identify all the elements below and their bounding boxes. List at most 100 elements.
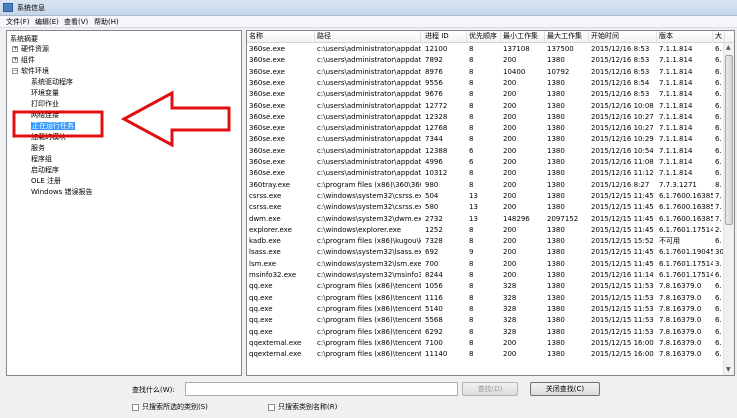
tree-item-loaded-modules[interactable]: 加载的模块 <box>31 132 66 142</box>
tree-item-print-jobs[interactable]: 打印作业 <box>31 99 59 109</box>
cell-max-working-set: 1380 <box>547 316 565 325</box>
column-header-min-working-set[interactable]: 最小工作集 <box>503 31 545 43</box>
table-row[interactable]: msinfo32.exe c:\windows\system32\msinfo3.… <box>247 270 725 281</box>
cell-pid: 7328 <box>425 237 443 246</box>
column-header-path[interactable]: 路径 <box>317 31 421 43</box>
tree-item-system-drivers[interactable]: 系统驱动程序 <box>31 77 73 87</box>
tree-item-program-groups[interactable]: 程序组 <box>31 154 52 164</box>
cell-path: c:\windows\explorer.exe <box>317 225 402 234</box>
cell-version: 6.1.7601.17514 <box>659 259 713 268</box>
table-row[interactable]: 360se.exe c:\users\administrator\appdat..… <box>247 55 725 67</box>
column-header-pid[interactable]: 进程 ID <box>425 31 467 43</box>
table-row[interactable]: dwm.exe c:\windows\system32\dwm.exe 2732 13… <box>247 213 725 225</box>
table-row[interactable]: qq.exe c:\program files (x86)\tencent\...… <box>247 281 725 293</box>
cell-max-working-set: 1380 <box>547 304 565 313</box>
cell-max-working-set: 1380 <box>547 169 565 178</box>
tree-item-running-tasks[interactable]: 正在运行任务 <box>31 121 75 131</box>
table-row[interactable]: qq.exe c:\program files (x86)\tencent\...… <box>247 326 725 338</box>
tree-item-system-summary[interactable]: 系统摘要 <box>10 34 38 44</box>
table-row[interactable]: qqexternal.exe c:\program files (x86)\ten… <box>247 349 725 361</box>
tree-item-hardware[interactable]: 硬件资源 <box>21 44 49 54</box>
column-header-max-working-set[interactable]: 最大工作集 <box>547 31 589 43</box>
tree-item-components[interactable]: 组件 <box>21 55 35 65</box>
table-row[interactable]: 360se.exe c:\users\administrator\appdat..… <box>247 44 725 55</box>
cell-version: 6.1.7601.17514 <box>659 271 713 279</box>
process-list[interactable]: 名称 路径 进程 ID 优先顺序 最小工作集 最大工作集 开始时间 版本 大 3… <box>246 30 735 376</box>
table-row[interactable]: kadb.exe c:\program files (x86)\kugou\k..… <box>247 236 725 248</box>
scroll-up-icon[interactable]: ▲ <box>726 44 731 51</box>
expand-icon[interactable]: + <box>12 57 18 63</box>
menu-view[interactable]: 查看(V) <box>64 17 88 27</box>
tree-item-ole-registration[interactable]: OLE 注册 <box>31 176 61 186</box>
column-header-priority[interactable]: 优先顺序 <box>469 31 501 43</box>
cell-path: c:\windows\system32\csrss.exe <box>317 203 421 212</box>
table-row[interactable]: lsm.exe c:\windows\system32\lsm.exe 700 8 20… <box>247 258 725 270</box>
cell-pid: 4996 <box>425 158 443 166</box>
column-header-version[interactable]: 版本 <box>659 31 713 43</box>
table-row[interactable]: qq.exe c:\program files (x86)\tencent\...… <box>247 315 725 326</box>
column-header-size[interactable]: 大 <box>715 31 725 43</box>
tree-item-env-vars[interactable]: 环境变量 <box>31 88 59 98</box>
scroll-thumb[interactable] <box>725 55 733 225</box>
table-row[interactable]: qq.exe c:\program files (x86)\tencent\...… <box>247 303 725 316</box>
menu-file[interactable]: 文件(F) <box>6 17 30 27</box>
cell-name: qq.exe <box>249 293 273 302</box>
table-row[interactable]: csrss.exe c:\windows\system32\csrss.exe 50… <box>247 190 725 203</box>
menu-edit[interactable]: 编辑(E) <box>35 17 59 27</box>
cell-priority: 9 <box>469 248 474 257</box>
cell-start-time: 2015/12/15 11:45 <box>591 259 654 268</box>
vertical-scrollbar[interactable]: ▲ ▼ <box>723 43 734 375</box>
scroll-down-icon[interactable]: ▼ <box>726 366 731 373</box>
table-row[interactable]: 360se.exe c:\users\administrator\appdat..… <box>247 168 725 180</box>
find-button[interactable]: 查找(D) <box>462 382 518 396</box>
table-row[interactable]: 360se.exe c:\users\administrator\appdat..… <box>247 77 725 90</box>
cell-min-working-set: 200 <box>503 203 517 212</box>
cell-priority: 6 <box>469 146 474 155</box>
cell-max-working-set: 1380 <box>547 180 565 189</box>
cell-name: 360se.exe <box>249 45 285 53</box>
menu-help[interactable]: 帮助(H) <box>94 17 119 27</box>
cell-priority: 8 <box>469 316 474 325</box>
find-input[interactable] <box>185 382 458 396</box>
cell-version: 6.1.7600.16385 <box>659 214 713 223</box>
cell-name: kadb.exe <box>249 237 281 246</box>
table-row[interactable]: csrss.exe c:\windows\system32\csrss.exe 58… <box>247 202 725 213</box>
column-header-start-time[interactable]: 开始时间 <box>591 31 657 43</box>
cell-start-time: 2015/12/16 8:53 <box>591 67 650 76</box>
table-row[interactable]: 360se.exe c:\users\administrator\appdat..… <box>247 67 725 78</box>
table-row[interactable]: 360se.exe c:\users\administrator\appdat..… <box>247 157 725 168</box>
tree-item-software[interactable]: 软件环境 <box>21 66 49 76</box>
tree-item-windows-error-reporting[interactable]: Windows 错误报告 <box>31 187 92 197</box>
table-row[interactable]: lsass.exe c:\windows\system32\lsass.exe 69… <box>247 247 725 258</box>
category-tree[interactable]: 系统摘要 + 硬件资源 + 组件 − 软件环境 系统驱动程序 环境变量 打印作业… <box>6 30 242 376</box>
cell-version: 7.8.16379.0 <box>659 293 702 302</box>
table-row[interactable]: qqexternal.exe c:\program files (x86)\ten… <box>247 338 725 349</box>
table-row[interactable]: 360se.exe c:\users\administrator\appdat..… <box>247 112 725 123</box>
table-row[interactable]: explorer.exe c:\windows\explorer.exe 1252 8… <box>247 225 725 236</box>
table-row[interactable]: 360se.exe c:\users\administrator\appdat..… <box>247 145 725 157</box>
column-header-name[interactable]: 名称 <box>249 31 315 43</box>
tree-item-network[interactable]: 网络连接 <box>31 110 59 120</box>
table-row[interactable]: 360tray.exe c:\program files (x86)\360\36… <box>247 180 725 191</box>
cell-pid: 5140 <box>425 304 443 313</box>
tree-item-startup-programs[interactable]: 启动程序 <box>31 165 59 175</box>
cell-version: 7.8.16379.0 <box>659 304 702 313</box>
table-row[interactable]: 360se.exe c:\users\administrator\appdat..… <box>247 123 725 135</box>
cell-start-time: 2015/12/15 11:53 <box>591 293 654 302</box>
title-bar: 系统信息 <box>0 0 737 16</box>
close-find-button[interactable]: 关闭查找(C) <box>530 382 600 396</box>
cell-max-working-set: 137500 <box>547 45 574 53</box>
table-row[interactable]: qq.exe c:\program files (x86)\tencent\...… <box>247 293 725 304</box>
table-row[interactable]: 360se.exe c:\users\administrator\appdat..… <box>247 134 725 145</box>
cell-priority: 8 <box>469 67 474 76</box>
table-row[interactable]: 360se.exe c:\users\administrator\appdat..… <box>247 100 725 112</box>
cell-max-working-set: 1380 <box>547 158 565 166</box>
search-category-names-checkbox[interactable]: 只搜索类别名称(R) <box>268 402 337 412</box>
search-selected-category-checkbox[interactable]: 只搜索所选的类别(S) <box>132 402 208 412</box>
collapse-icon[interactable]: − <box>12 68 18 74</box>
cell-pid: 7100 <box>425 338 443 347</box>
tree-item-services[interactable]: 服务 <box>31 143 45 153</box>
expand-icon[interactable]: + <box>12 46 18 52</box>
table-row[interactable]: 360se.exe c:\users\administrator\appdat..… <box>247 89 725 100</box>
cell-version: 7.1.1.814 <box>659 45 693 53</box>
